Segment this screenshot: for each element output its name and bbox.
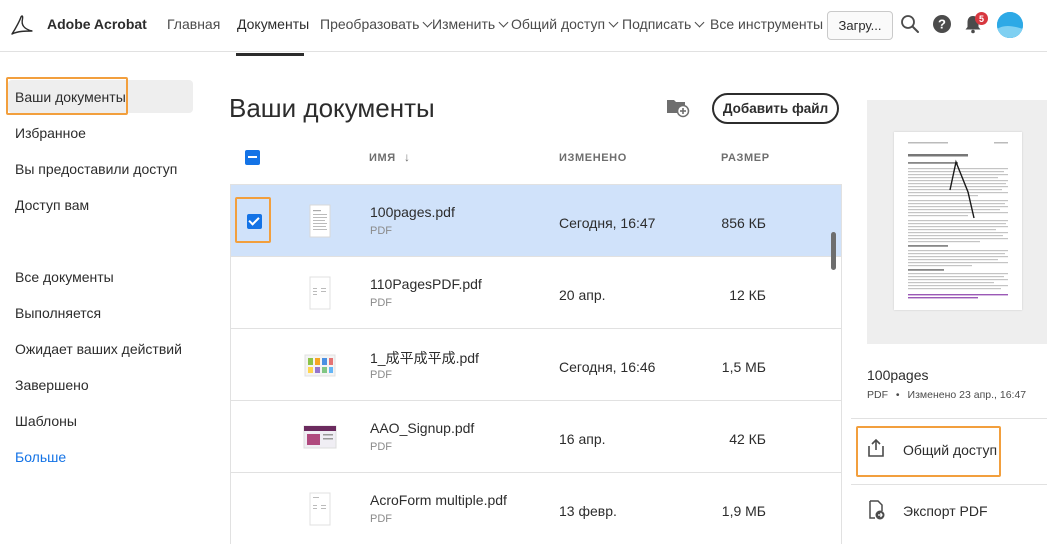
- sidebar-item-templates[interactable]: Шаблоны: [15, 413, 77, 429]
- nav-home[interactable]: Главная: [167, 16, 220, 32]
- pdf-thumbnail-icon: [309, 492, 331, 526]
- list-scrollbar[interactable]: [831, 232, 836, 270]
- column-header-name[interactable]: ИМЯ: [369, 152, 396, 164]
- file-type: PDF: [370, 513, 392, 525]
- selected-file-type: PDF: [867, 389, 888, 401]
- sidebar-item-favorites[interactable]: Избранное: [15, 125, 86, 141]
- sidebar-more-link[interactable]: Больше: [15, 449, 66, 465]
- document-preview-thumbnail[interactable]: [894, 132, 1022, 310]
- select-all-checkbox[interactable]: [245, 150, 260, 165]
- meta-separator: •: [895, 389, 900, 401]
- file-modified: 13 февр.: [559, 503, 617, 519]
- nav-all-tools[interactable]: Все инструменты: [710, 16, 823, 32]
- search-icon[interactable]: [900, 14, 920, 34]
- file-type: PDF: [370, 441, 392, 453]
- sidebar-item-awaiting[interactable]: Ожидает ваших действий: [15, 341, 182, 357]
- file-name[interactable]: 1_成平成平成.pdf: [370, 348, 479, 368]
- column-header-size[interactable]: РАЗМЕР: [721, 152, 770, 164]
- sidebar-item-all-documents[interactable]: Все документы: [15, 269, 114, 285]
- app-title[interactable]: Adobe Acrobat: [47, 16, 147, 32]
- nav-convert[interactable]: Преобразовать: [320, 16, 433, 32]
- column-header-modified[interactable]: ИЗМЕНЕНО: [559, 152, 627, 164]
- export-pdf-button[interactable]: Экспорт PDF: [903, 503, 988, 519]
- table-row[interactable]: AcroForm multiple.pdf PDF 13 февр. 1,9 М…: [231, 473, 841, 544]
- sidebar-item-completed[interactable]: Завершено: [15, 377, 89, 393]
- sort-down-icon[interactable]: ↓: [404, 150, 410, 164]
- nav-sign[interactable]: Подписать: [622, 16, 705, 32]
- table-row[interactable]: 110PagesPDF.pdf PDF 20 апр. 12 КБ: [231, 257, 841, 329]
- nav-documents[interactable]: Документы: [237, 16, 309, 32]
- pdf-thumbnail-icon: [309, 276, 331, 310]
- chevron-down-icon: [608, 17, 619, 28]
- nav-edit[interactable]: Изменить: [432, 16, 509, 32]
- file-size: 856 КБ: [721, 215, 766, 231]
- divider: [851, 484, 1047, 485]
- avatar-image: [997, 12, 1023, 38]
- highlight-frame: [856, 426, 1001, 477]
- file-size: 42 КБ: [729, 431, 766, 447]
- pdf-thumbnail-icon: [303, 425, 337, 449]
- file-name[interactable]: AAO_Signup.pdf: [370, 420, 474, 436]
- nav-active-indicator: [236, 53, 304, 56]
- table-row[interactable]: 100pages.pdf PDF Сегодня, 16:47 856 КБ: [231, 185, 841, 257]
- svg-text:?: ?: [938, 17, 946, 32]
- file-name[interactable]: 100pages.pdf: [370, 204, 455, 220]
- avatar[interactable]: [997, 12, 1023, 38]
- help-icon[interactable]: ?: [932, 14, 952, 34]
- sidebar-item-in-progress[interactable]: Выполняется: [15, 305, 101, 321]
- divider: [851, 418, 1047, 419]
- file-size: 1,9 МБ: [721, 503, 766, 519]
- file-name[interactable]: 110PagesPDF.pdf: [370, 276, 482, 292]
- sidebar-item-shared-by-you[interactable]: Вы предоставили доступ: [15, 161, 177, 177]
- nav-convert-label: Преобразовать: [320, 16, 420, 32]
- nav-share[interactable]: Общий доступ: [511, 16, 619, 32]
- highlight-frame: [6, 77, 128, 115]
- table-row[interactable]: 1_成平成平成.pdf PDF Сегодня, 16:46 1,5 МБ: [231, 329, 841, 401]
- selected-file-meta: PDF • Изменено 23 апр., 16:47: [867, 389, 1026, 401]
- file-modified: 20 апр.: [559, 287, 606, 303]
- acrobat-logo-icon[interactable]: [10, 14, 34, 36]
- nav-share-label: Общий доступ: [511, 16, 606, 32]
- file-list: 100pages.pdf PDF Сегодня, 16:47 856 КБ 1…: [230, 184, 842, 544]
- add-file-button[interactable]: Добавить файл: [712, 93, 839, 124]
- file-modified: Сегодня, 16:46: [559, 359, 656, 375]
- nav-sign-label: Подписать: [622, 16, 692, 32]
- chevron-down-icon: [694, 17, 705, 28]
- top-navigation-bar: Adobe Acrobat Главная Документы Преобраз…: [0, 0, 1047, 52]
- upload-button[interactable]: Загру...: [827, 11, 893, 40]
- export-pdf-icon[interactable]: [866, 500, 886, 520]
- file-type: PDF: [370, 225, 392, 237]
- file-modified: Сегодня, 16:47: [559, 215, 656, 231]
- table-row[interactable]: AAO_Signup.pdf PDF 16 апр. 42 КБ: [231, 401, 841, 473]
- chevron-down-icon: [498, 17, 509, 28]
- nav-edit-label: Изменить: [432, 16, 496, 32]
- file-modified: 16 апр.: [559, 431, 606, 447]
- pdf-thumbnail-icon: [309, 204, 331, 238]
- file-size: 12 КБ: [729, 287, 766, 303]
- notification-badge: 5: [975, 12, 988, 25]
- file-type: PDF: [370, 297, 392, 309]
- pdf-thumbnail-icon: [304, 354, 336, 377]
- selected-file-name: 100pages: [867, 367, 929, 383]
- sidebar-item-shared-with-you[interactable]: Доступ вам: [15, 197, 89, 213]
- selected-file-modified: Изменено 23 апр., 16:47: [907, 389, 1027, 401]
- new-folder-icon[interactable]: [666, 96, 690, 118]
- highlight-frame: [235, 197, 271, 243]
- file-type: PDF: [370, 369, 392, 381]
- file-size: 1,5 МБ: [721, 359, 766, 375]
- file-name[interactable]: AcroForm multiple.pdf: [370, 492, 507, 508]
- page-title: Ваши документы: [229, 93, 435, 123]
